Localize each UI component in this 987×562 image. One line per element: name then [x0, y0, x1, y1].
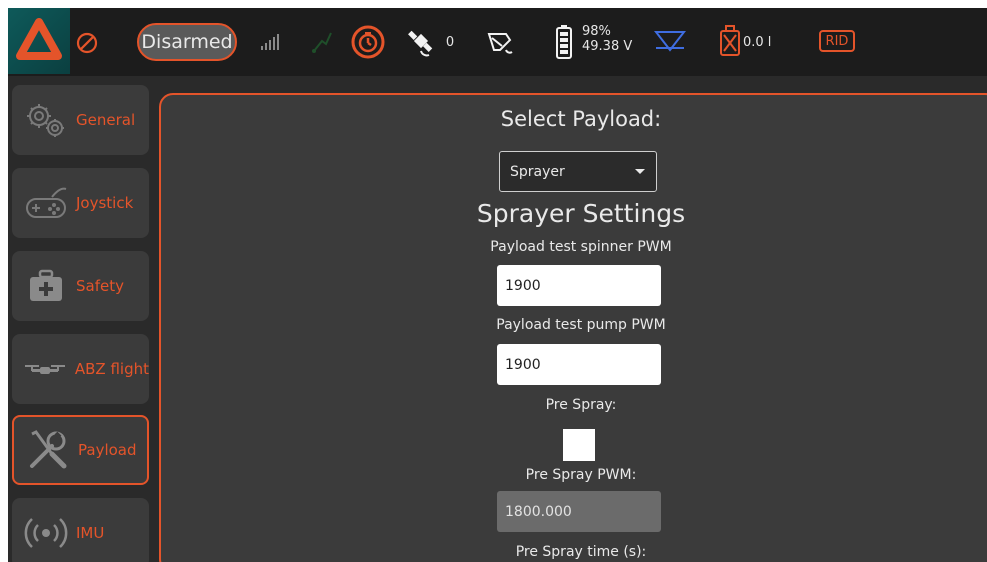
- gears-icon: [20, 98, 72, 142]
- logo-tile[interactable]: [8, 8, 70, 74]
- sidebar-item-payload[interactable]: Payload: [12, 415, 149, 485]
- pre-spray-time-label: Pre Spray time (s):: [515, 544, 647, 560]
- battery-icon[interactable]: [553, 22, 575, 62]
- signal-bars-icon[interactable]: [259, 32, 281, 52]
- pump-pwm-input[interactable]: 1900: [497, 344, 661, 385]
- sidebar-item-label: General: [76, 111, 136, 129]
- spray-icon[interactable]: [653, 26, 687, 56]
- sidebar-item-label: IMU: [76, 524, 105, 542]
- spinner-pwm-input[interactable]: 1900: [497, 265, 661, 306]
- section-title: Sprayer Settings: [476, 199, 686, 228]
- pre-spray-pwm-value: 1800.000: [505, 503, 572, 520]
- sidebar-item-label: Joystick: [76, 194, 134, 212]
- sidebar-item-joystick[interactable]: Joystick: [12, 168, 149, 238]
- triangle-logo-icon: [16, 18, 62, 60]
- pre-spray-pwm-input[interactable]: 1800.000: [497, 491, 661, 532]
- pre-spray-pwm-label: Pre Spray PWM:: [525, 467, 637, 483]
- caret-down-icon: [635, 169, 645, 174]
- select-payload-label: Select Payload:: [500, 107, 662, 131]
- sidebar-item-imu[interactable]: IMU: [12, 498, 149, 562]
- wrench-screwdriver-icon: [22, 428, 74, 472]
- battery-percent: 98%: [582, 24, 611, 39]
- rid-badge[interactable]: RID: [819, 30, 855, 52]
- payload-settings-panel: Select Payload: Sprayer Sprayer Settings…: [159, 93, 987, 562]
- tank-icon[interactable]: [716, 24, 744, 58]
- battery-voltage: 49.38 V: [582, 39, 633, 54]
- telemetry-icon[interactable]: [485, 26, 517, 58]
- rc-link-icon[interactable]: [309, 28, 335, 56]
- pre-spray-checkbox[interactable]: [563, 429, 595, 461]
- first-aid-icon: [20, 264, 72, 308]
- no-entry-icon[interactable]: [74, 30, 100, 56]
- sidebar-item-label: Safety: [76, 277, 124, 295]
- arm-state-button[interactable]: Disarmed: [137, 23, 237, 61]
- battery-readout: 98% 49.38 V: [582, 24, 642, 54]
- radio-waves-icon: [20, 511, 72, 555]
- app-window: Disarmed 0 98% 49.38 V 0.0 l RID General…: [8, 8, 987, 562]
- sidebar-item-general[interactable]: General: [12, 85, 149, 155]
- top-status-bar: Disarmed 0 98% 49.38 V 0.0 l RID: [8, 8, 987, 76]
- rtk-timer-icon[interactable]: [348, 22, 388, 62]
- pre-spray-label: Pre Spray:: [545, 397, 617, 413]
- satellite-count: 0: [445, 34, 455, 50]
- payload-select-value: Sprayer: [510, 163, 565, 180]
- tank-level: 0.0 l: [743, 34, 772, 50]
- pump-pwm-label: Payload test pump PWM: [496, 317, 666, 333]
- payload-select[interactable]: Sprayer: [499, 151, 657, 192]
- spinner-pwm-value: 1900: [505, 277, 541, 294]
- gamepad-icon: [20, 181, 72, 225]
- sidebar-item-label: Payload: [78, 441, 137, 459]
- satellite-icon[interactable]: [406, 26, 438, 58]
- sidebar-item-abz-flight[interactable]: ABZ flight: [12, 334, 149, 404]
- pump-pwm-value: 1900: [505, 356, 541, 373]
- spinner-pwm-label: Payload test spinner PWM: [490, 239, 672, 255]
- drone-icon: [20, 347, 71, 391]
- sidebar-item-label: ABZ flight: [74, 360, 149, 378]
- sidebar-item-safety[interactable]: Safety: [12, 251, 149, 321]
